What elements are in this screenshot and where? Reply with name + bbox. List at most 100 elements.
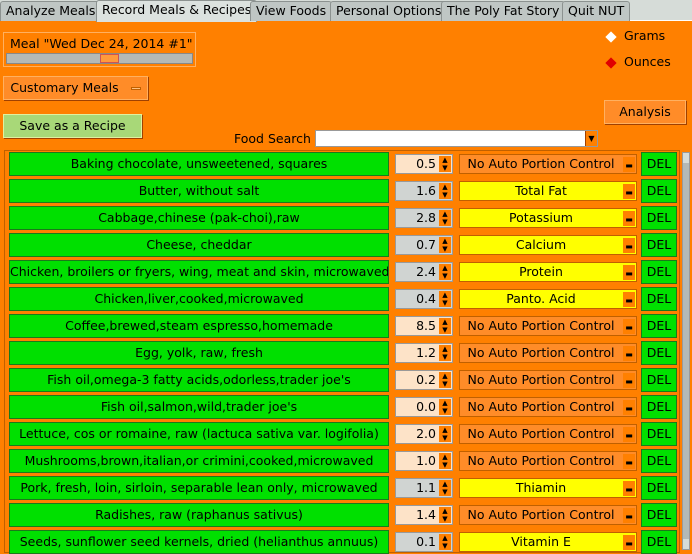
tab-personal-options[interactable]: Personal Options bbox=[330, 1, 448, 21]
quantity-spinbox[interactable]: 1.4 ▲ ▼ bbox=[395, 505, 453, 525]
dropdown-arrow-icon[interactable]: ▬ bbox=[623, 373, 635, 388]
delete-button[interactable]: DEL bbox=[641, 368, 677, 392]
scrollbar-thumb[interactable] bbox=[683, 163, 689, 539]
dropdown-arrow-icon[interactable]: ▬ bbox=[623, 427, 635, 442]
food-name[interactable]: Fish oil,omega-3 fatty acids,odorless,tr… bbox=[9, 368, 389, 392]
food-name[interactable]: Pork, fresh, loin, sirloin, separable le… bbox=[9, 476, 389, 500]
dropdown-arrow-icon[interactable]: ▬ bbox=[623, 346, 635, 361]
spin-arrows-icon[interactable]: ▲ ▼ bbox=[439, 399, 451, 415]
grams-radio[interactable]: Grams bbox=[605, 28, 665, 43]
delete-button[interactable]: DEL bbox=[641, 206, 677, 230]
spin-arrows-icon[interactable]: ▲ ▼ bbox=[439, 237, 451, 253]
food-name[interactable]: Baking chocolate, unsweetened, squares bbox=[9, 152, 389, 176]
delete-button[interactable]: DEL bbox=[641, 260, 677, 284]
quantity-spinbox[interactable]: 0.2 ▲ ▼ bbox=[395, 370, 453, 390]
delete-button[interactable]: DEL bbox=[641, 314, 677, 338]
dropdown-arrow-icon[interactable]: ▼ bbox=[585, 131, 597, 146]
tab-record-meals-recipes[interactable]: Record Meals & Recipes bbox=[96, 0, 258, 22]
delete-button[interactable]: DEL bbox=[641, 287, 677, 311]
quantity-spinbox[interactable]: 0.4 ▲ ▼ bbox=[395, 289, 453, 309]
customary-meals-menu[interactable]: Customary Meals bbox=[3, 76, 148, 100]
food-search-input[interactable]: ▼ bbox=[315, 130, 598, 147]
portion-control-select[interactable]: No Auto Portion Control ▬ bbox=[459, 424, 637, 444]
dropdown-arrow-icon[interactable]: ▬ bbox=[623, 184, 635, 199]
delete-button[interactable]: DEL bbox=[641, 233, 677, 257]
spin-arrows-icon[interactable]: ▲ ▼ bbox=[439, 372, 451, 388]
delete-button[interactable]: DEL bbox=[641, 395, 677, 419]
food-name[interactable]: Cabbage,chinese (pak-choi),raw bbox=[9, 206, 389, 230]
tab-quit-nut[interactable]: Quit NUT bbox=[562, 1, 631, 21]
dropdown-arrow-icon[interactable]: ▬ bbox=[623, 238, 635, 253]
delete-button[interactable]: DEL bbox=[641, 449, 677, 473]
delete-button[interactable]: DEL bbox=[641, 422, 677, 446]
spin-arrows-icon[interactable]: ▲ ▼ bbox=[439, 453, 451, 469]
quantity-spinbox[interactable]: 2.4 ▲ ▼ bbox=[395, 262, 453, 282]
dropdown-arrow-icon[interactable]: ▬ bbox=[623, 454, 635, 469]
portion-control-select[interactable]: No Auto Portion Control ▬ bbox=[459, 397, 637, 417]
quantity-spinbox[interactable]: 1.1 ▲ ▼ bbox=[395, 478, 453, 498]
quantity-spinbox[interactable]: 1.2 ▲ ▼ bbox=[395, 343, 453, 363]
delete-button[interactable]: DEL bbox=[641, 503, 677, 527]
quantity-spinbox[interactable]: 0.5 ▲ ▼ bbox=[395, 154, 453, 174]
spin-arrows-icon[interactable]: ▲ ▼ bbox=[439, 534, 451, 550]
dropdown-arrow-icon[interactable]: ▬ bbox=[623, 265, 635, 280]
analysis-button[interactable]: Analysis bbox=[604, 100, 686, 124]
ounces-radio[interactable]: Ounces bbox=[605, 54, 671, 69]
portion-control-select[interactable]: No Auto Portion Control ▬ bbox=[459, 505, 637, 525]
dropdown-arrow-icon[interactable]: ▬ bbox=[623, 535, 635, 550]
spin-arrows-icon[interactable]: ▲ ▼ bbox=[439, 264, 451, 280]
tab-the-poly-fat-story[interactable]: The Poly Fat Story bbox=[441, 1, 566, 21]
portion-control-select[interactable]: Vitamin E ▬ bbox=[459, 532, 637, 552]
food-name[interactable]: Lettuce, cos or romaine, raw (lactuca sa… bbox=[9, 422, 389, 446]
portion-control-select[interactable]: No Auto Portion Control ▬ bbox=[459, 316, 637, 336]
food-name[interactable]: Chicken,liver,cooked,microwaved bbox=[9, 287, 389, 311]
quantity-spinbox[interactable]: 8.5 ▲ ▼ bbox=[395, 316, 453, 336]
spin-arrows-icon[interactable]: ▲ ▼ bbox=[439, 210, 451, 226]
quantity-spinbox[interactable]: 0.1 ▲ ▼ bbox=[395, 532, 453, 552]
save-recipe-button[interactable]: Save as a Recipe bbox=[3, 114, 142, 138]
meal-slider[interactable] bbox=[6, 53, 193, 64]
portion-control-select[interactable]: Total Fat ▬ bbox=[459, 181, 637, 201]
portion-control-select[interactable]: No Auto Portion Control ▬ bbox=[459, 370, 637, 390]
quantity-spinbox[interactable]: 0.7 ▲ ▼ bbox=[395, 235, 453, 255]
delete-button[interactable]: DEL bbox=[641, 152, 677, 176]
spin-arrows-icon[interactable]: ▲ ▼ bbox=[439, 291, 451, 307]
portion-control-select[interactable]: No Auto Portion Control ▬ bbox=[459, 451, 637, 471]
quantity-spinbox[interactable]: 1.0 ▲ ▼ bbox=[395, 451, 453, 471]
spin-arrows-icon[interactable]: ▲ ▼ bbox=[439, 318, 451, 334]
delete-button[interactable]: DEL bbox=[641, 341, 677, 365]
tab-view-foods[interactable]: View Foods bbox=[250, 1, 333, 21]
delete-button[interactable]: DEL bbox=[641, 530, 677, 554]
portion-control-select[interactable]: Panto. Acid ▬ bbox=[459, 289, 637, 309]
dropdown-arrow-icon[interactable]: ▬ bbox=[623, 157, 635, 172]
portion-control-select[interactable]: Calcium ▬ bbox=[459, 235, 637, 255]
delete-button[interactable]: DEL bbox=[641, 179, 677, 203]
dropdown-arrow-icon[interactable]: ▬ bbox=[623, 481, 635, 496]
food-name[interactable]: Seeds, sunflower seed kernels, dried (he… bbox=[9, 530, 389, 554]
portion-control-select[interactable]: Protein ▬ bbox=[459, 262, 637, 282]
spin-arrows-icon[interactable]: ▲ ▼ bbox=[439, 156, 451, 172]
dropdown-arrow-icon[interactable]: ▬ bbox=[623, 319, 635, 334]
spin-arrows-icon[interactable]: ▲ ▼ bbox=[439, 183, 451, 199]
list-scrollbar[interactable] bbox=[682, 152, 690, 550]
delete-button[interactable]: DEL bbox=[641, 476, 677, 500]
food-name[interactable]: Egg, yolk, raw, fresh bbox=[9, 341, 389, 365]
dropdown-arrow-icon[interactable]: ▬ bbox=[623, 400, 635, 415]
spin-arrows-icon[interactable]: ▲ ▼ bbox=[439, 507, 451, 523]
portion-control-select[interactable]: Thiamin ▬ bbox=[459, 478, 637, 498]
food-name[interactable]: Cheese, cheddar bbox=[9, 233, 389, 257]
dropdown-arrow-icon[interactable]: ▬ bbox=[623, 508, 635, 523]
quantity-spinbox[interactable]: 1.6 ▲ ▼ bbox=[395, 181, 453, 201]
quantity-spinbox[interactable]: 2.0 ▲ ▼ bbox=[395, 424, 453, 444]
dropdown-arrow-icon[interactable]: ▬ bbox=[623, 292, 635, 307]
portion-control-select[interactable]: Potassium ▬ bbox=[459, 208, 637, 228]
slider-thumb[interactable] bbox=[100, 54, 119, 63]
tab-analyze-meals[interactable]: Analyze Meals bbox=[0, 1, 102, 21]
portion-control-select[interactable]: No Auto Portion Control ▬ bbox=[459, 154, 637, 174]
food-name[interactable]: Chicken, broilers or fryers, wing, meat … bbox=[9, 260, 389, 284]
food-name[interactable]: Radishes, raw (raphanus sativus) bbox=[9, 503, 389, 527]
dropdown-arrow-icon[interactable]: ▬ bbox=[623, 211, 635, 226]
food-name[interactable]: Coffee,brewed,steam espresso,homemade bbox=[9, 314, 389, 338]
food-name[interactable]: Butter, without salt bbox=[9, 179, 389, 203]
quantity-spinbox[interactable]: 2.8 ▲ ▼ bbox=[395, 208, 453, 228]
